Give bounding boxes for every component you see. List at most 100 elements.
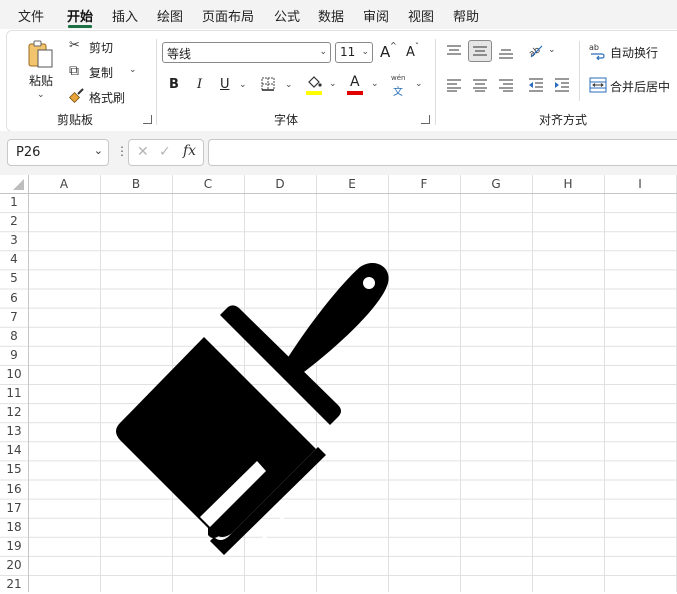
align-top-icon[interactable] [446, 44, 462, 58]
borders-dropdown-icon: ⌄ [285, 80, 293, 90]
row-header-19[interactable]: 19 [0, 537, 28, 556]
row-header-15[interactable]: 15 [0, 460, 28, 479]
menu-formulas[interactable]: 公式 [274, 6, 300, 25]
orientation-button[interactable]: ab ⌄ [527, 42, 557, 62]
menu-page-layout[interactable]: 页面布局 [202, 6, 254, 25]
bold-button[interactable]: B [169, 77, 179, 92]
row-header-11[interactable]: 11 [0, 384, 28, 403]
column-header-c[interactable]: C [172, 175, 244, 193]
align-right-icon[interactable] [498, 78, 514, 92]
font-name-value: 等线 [167, 47, 192, 61]
column-header-a[interactable]: A [28, 175, 100, 193]
row-header-10[interactable]: 10 [0, 365, 28, 384]
chevron-down-icon[interactable]: ⌄ [94, 144, 103, 157]
cut-button[interactable]: ✂ 剪切 [67, 37, 127, 57]
enter-icon[interactable]: ✓ [159, 144, 171, 160]
row-header-21[interactable]: 21 [0, 575, 28, 594]
menu-view[interactable]: 视图 [408, 6, 434, 25]
copy-button[interactable]: ⧉ 复制 ⌄ [67, 62, 145, 82]
row-header-1[interactable]: 1 [0, 193, 28, 212]
row-header-14[interactable]: 14 [0, 441, 28, 460]
menu-help[interactable]: 帮助 [453, 6, 479, 25]
paste-label: 粘贴 [29, 74, 54, 88]
menu-insert[interactable]: 插入 [112, 6, 138, 25]
increase-font-size-button[interactable]: A ^ [379, 41, 399, 62]
copy-dropdown-icon[interactable]: ⌄ [129, 65, 137, 75]
decrease-indent-icon[interactable] [528, 78, 544, 92]
column-header-d[interactable]: D [244, 175, 316, 193]
menu-home[interactable]: 开始 [67, 6, 93, 25]
row-header-13[interactable]: 13 [0, 422, 28, 441]
align-bottom-icon[interactable] [498, 46, 514, 60]
column-header-e[interactable]: E [316, 175, 388, 193]
row-header-17[interactable]: 17 [0, 499, 28, 518]
wrap-text-label: 自动换行 [610, 46, 659, 60]
paste-button[interactable]: 粘贴 ⌄ [21, 37, 61, 103]
row-header-3[interactable]: 3 [0, 231, 28, 250]
formula-input[interactable] [208, 139, 677, 166]
merge-center-icon [589, 77, 607, 93]
row-header-5[interactable]: 5 [0, 269, 28, 288]
row-header-9[interactable]: 9 [0, 346, 28, 365]
row-header-7[interactable]: 7 [0, 308, 28, 327]
font-color-button[interactable]: A ⌄ [347, 74, 383, 98]
menu-data[interactable]: 数据 [318, 6, 344, 25]
separator [156, 39, 157, 125]
align-left-icon[interactable] [446, 78, 462, 92]
row-header-20[interactable]: 20 [0, 556, 28, 575]
format-painter-button[interactable]: 格式刷 [67, 87, 137, 107]
italic-button[interactable]: I [197, 77, 202, 92]
align-middle-button[interactable] [468, 40, 492, 62]
row-header-16[interactable]: 16 [0, 480, 28, 499]
separator [579, 41, 580, 101]
row-header-12[interactable]: 12 [0, 403, 28, 422]
menu-review[interactable]: 审阅 [363, 6, 389, 25]
align-center-icon[interactable] [472, 78, 488, 92]
text-orientation-icon: ab [528, 45, 543, 58]
menu-bar: 文件 开始 插入 绘图 页面布局 公式 数据 审阅 视图 帮助 [0, 0, 677, 29]
format-painter-icon [69, 88, 84, 104]
clipboard-launcher-icon[interactable] [143, 115, 152, 124]
insert-function-button[interactable]: fx [183, 143, 196, 159]
orientation-dropdown-icon: ⌄ [548, 45, 556, 55]
row-header-2[interactable]: 2 [0, 212, 28, 231]
underline-dropdown-icon[interactable]: ⌄ [239, 80, 247, 90]
worksheet-grid[interactable]: ABCDEFGHI 1 2 3 4 5 6 7 8 9 10 11 12 13 14 15 16 17 18 19 2… [0, 175, 677, 592]
active-tab-indicator [68, 25, 92, 28]
separator [435, 39, 436, 125]
fill-color-button[interactable]: ⌄ [305, 74, 341, 98]
row-header-18[interactable]: 18 [0, 518, 28, 537]
column-header-b[interactable]: B [100, 175, 172, 193]
menu-file[interactable]: 文件 [18, 6, 44, 25]
font-launcher-icon[interactable] [421, 115, 430, 124]
phonetic-pinyin: wén [391, 74, 406, 82]
borders-button[interactable]: ⌄ [261, 76, 295, 96]
menu-draw[interactable]: 绘图 [157, 6, 183, 25]
column-header-g[interactable]: G [460, 175, 532, 193]
fill-color-dropdown-icon: ⌄ [329, 79, 337, 89]
row-header-8[interactable]: 8 [0, 327, 28, 346]
font-size-dropdown[interactable]: 11 ⌄ [335, 42, 373, 63]
column-header-i[interactable]: I [604, 175, 676, 193]
more-options-icon[interactable]: ⋮ [116, 144, 128, 158]
cancel-icon[interactable]: ✕ [137, 144, 149, 160]
font-color-swatch [347, 91, 363, 95]
column-header-f[interactable]: F [388, 175, 460, 193]
decrease-font-size-button[interactable]: A ˇ [405, 42, 425, 62]
alignment-group-label: 对齐方式 [539, 113, 588, 127]
phonetic-dropdown-icon: ⌄ [415, 79, 423, 89]
increase-indent-icon[interactable] [554, 78, 570, 92]
row-header-4[interactable]: 4 [0, 250, 28, 269]
name-box[interactable]: P26 ⌄ [7, 139, 109, 166]
paste-dropdown-icon[interactable]: ⌄ [37, 90, 45, 100]
column-header-h[interactable]: H [532, 175, 604, 193]
merge-center-button[interactable]: 合并后居中 [589, 75, 677, 97]
wrap-text-button[interactable]: ab 自动换行 [589, 41, 677, 63]
chevron-down-icon: ⌄ [361, 47, 369, 57]
underline-button[interactable]: U [220, 77, 230, 92]
paintbrush-icon[interactable] [100, 255, 400, 555]
row-header-6[interactable]: 6 [0, 289, 28, 308]
caret-down-icon: ˇ [415, 42, 419, 51]
phonetic-guide-button[interactable]: wén 文 ⌄ [389, 74, 425, 98]
font-name-dropdown[interactable]: 等线 ⌄ [162, 42, 331, 63]
